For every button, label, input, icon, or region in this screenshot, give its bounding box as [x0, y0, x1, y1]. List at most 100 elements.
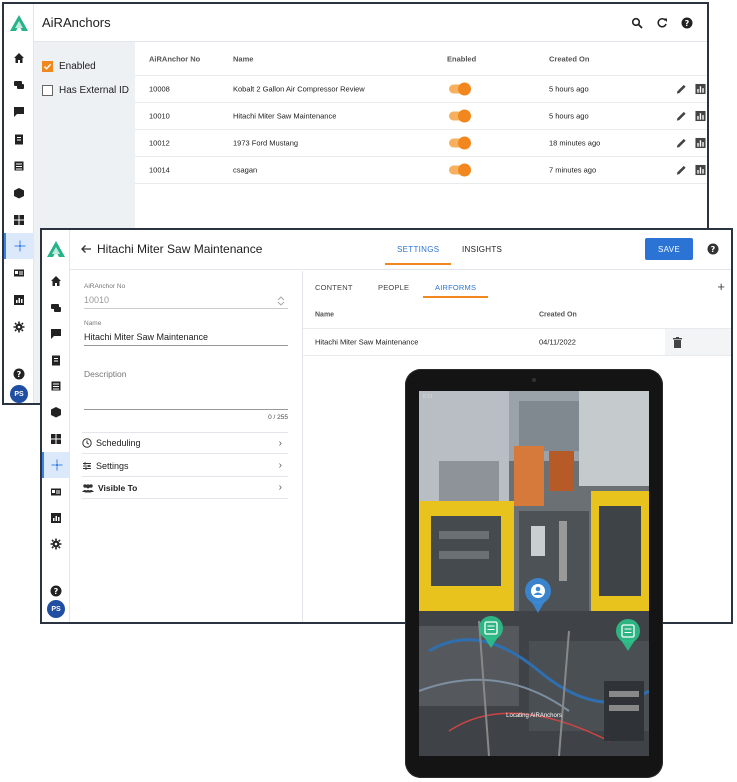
anchor-icon[interactable] — [4, 233, 34, 259]
settings-row[interactable]: Settings › — [82, 455, 288, 477]
dashboard-icon[interactable] — [42, 427, 70, 451]
factory-scene-image — [419, 391, 649, 756]
clipboard-icon[interactable] — [42, 348, 70, 372]
tablet-device: 5:21 Locating AiRAnchors — [405, 369, 663, 778]
dashboard-icon[interactable] — [4, 208, 34, 232]
edit-icon[interactable] — [676, 138, 687, 149]
airforms-table-header: Name Created On — [303, 301, 731, 329]
insights-icon[interactable] — [695, 164, 706, 176]
chat-icon[interactable] — [42, 296, 70, 320]
edit-icon[interactable] — [676, 165, 687, 176]
name-field[interactable]: Hitachi Miter Saw Maintenance — [84, 332, 208, 342]
anchor-no: 10014 — [149, 165, 170, 175]
save-button[interactable]: SAVE — [645, 238, 693, 260]
enabled-toggle[interactable] — [449, 163, 471, 177]
svg-text:?: ? — [17, 370, 22, 379]
cube-icon[interactable] — [4, 181, 34, 205]
visible-to-row[interactable]: Visible To › — [82, 477, 288, 499]
chart-icon[interactable] — [42, 506, 70, 530]
stepper-icon[interactable] — [277, 296, 285, 306]
tab-settings[interactable]: SETTINGS — [384, 245, 452, 265]
scheduling-row[interactable]: Scheduling › — [82, 432, 288, 454]
form-icon[interactable] — [4, 154, 34, 178]
anchor-name: 1973 Ford Mustang — [233, 138, 299, 148]
description-field[interactable]: Description — [84, 369, 127, 379]
anchor-icon[interactable] — [42, 452, 70, 478]
chevron-right-icon: › — [278, 460, 282, 471]
header: Hitachi Miter Saw Maintenance SETTINGS I… — [70, 230, 731, 270]
field-underline — [84, 409, 288, 410]
column-header[interactable]: Name — [233, 54, 253, 63]
edit-icon[interactable] — [676, 84, 687, 95]
message-icon[interactable] — [4, 100, 34, 124]
chat-icon[interactable] — [4, 73, 34, 97]
column-header[interactable]: Name — [315, 311, 334, 318]
ar-camera-view: 5:21 Locating AiRAnchors — [419, 391, 649, 756]
form-icon[interactable] — [42, 374, 70, 398]
id-card-icon[interactable] — [42, 480, 70, 504]
table-row[interactable]: 10008 Kobalt 2 Gallon Air Compressor Rev… — [135, 76, 707, 103]
chart-icon[interactable] — [4, 288, 34, 312]
gear-icon[interactable] — [42, 532, 70, 556]
id-card-icon[interactable] — [4, 261, 34, 285]
column-header[interactable]: Created On — [549, 54, 589, 63]
avatar[interactable]: PS — [10, 385, 28, 403]
edit-icon[interactable] — [676, 111, 687, 122]
search-icon[interactable] — [631, 16, 643, 29]
back-arrow-icon[interactable] — [80, 243, 92, 255]
anchor-no: 10012 — [149, 138, 170, 148]
filter-enabled[interactable]: Enabled — [42, 61, 96, 72]
checkbox-checked-icon[interactable] — [42, 61, 53, 72]
enabled-toggle[interactable] — [449, 82, 471, 96]
enabled-toggle[interactable] — [449, 109, 471, 123]
insights-icon[interactable] — [695, 83, 706, 95]
filter-has-external-id[interactable]: Has External ID — [42, 85, 129, 96]
help-icon[interactable]: ? — [4, 362, 34, 386]
home-icon[interactable] — [4, 46, 34, 70]
insights-icon[interactable] — [695, 137, 706, 149]
chevron-right-icon: › — [278, 482, 282, 493]
section-label: Scheduling — [96, 438, 141, 448]
column-header[interactable]: AiRAnchor No — [149, 54, 200, 63]
airform-name: Hitachi Miter Saw Maintenance — [315, 337, 419, 347]
filter-label: Has External ID — [59, 85, 130, 96]
add-icon[interactable]: + — [717, 279, 725, 294]
help-icon[interactable]: ? — [707, 243, 719, 255]
trash-icon[interactable] — [673, 337, 682, 348]
table-row[interactable]: 10012 1973 Ford Mustang 18 minutes ago — [135, 130, 707, 157]
insights-icon[interactable] — [695, 110, 706, 122]
refresh-icon[interactable] — [656, 16, 668, 28]
table-row[interactable]: Hitachi Miter Saw Maintenance 04/11/2022 — [303, 329, 731, 356]
tab-airforms[interactable]: AIRFORMS — [422, 283, 489, 298]
created-on: 7 minutes ago — [549, 165, 597, 175]
cube-icon[interactable] — [42, 400, 70, 424]
anchor-no-field[interactable]: 10010 — [84, 295, 109, 305]
enabled-toggle[interactable] — [449, 136, 471, 150]
checkbox-unchecked-icon[interactable] — [42, 85, 53, 96]
message-icon[interactable] — [42, 322, 70, 346]
gear-icon[interactable] — [4, 315, 34, 339]
char-count: 0 / 255 — [268, 414, 288, 421]
people-icon — [82, 483, 94, 492]
table-row[interactable]: 10010 Hitachi Miter Saw Maintenance 5 ho… — [135, 103, 707, 130]
nav-rail: ? PS — [42, 230, 70, 622]
table-header: AiRAnchor No Name Enabled Created On — [135, 42, 707, 76]
clipboard-icon[interactable] — [4, 127, 34, 151]
tab-insights[interactable]: INSIGHTS — [462, 245, 502, 254]
page-title: Hitachi Miter Saw Maintenance — [97, 242, 263, 256]
table-row[interactable]: 10014 csagan 7 minutes ago — [135, 157, 707, 184]
created-on: 5 hours ago — [549, 111, 589, 121]
field-underline — [84, 345, 288, 346]
help-icon[interactable]: ? — [681, 16, 693, 29]
airanchors-logo — [47, 241, 65, 257]
column-header[interactable]: Enabled — [447, 54, 476, 63]
avatar[interactable]: PS — [47, 600, 65, 618]
clock-icon — [82, 438, 92, 448]
tab-people[interactable]: PEOPLE — [378, 283, 409, 292]
column-header[interactable]: Created On — [539, 311, 577, 318]
tab-content[interactable]: CONTENT — [315, 283, 353, 292]
created-on: 5 hours ago — [549, 84, 589, 94]
anchor-no: 10008 — [149, 84, 170, 94]
anchor-name: csagan — [233, 165, 258, 175]
home-icon[interactable] — [42, 269, 70, 293]
